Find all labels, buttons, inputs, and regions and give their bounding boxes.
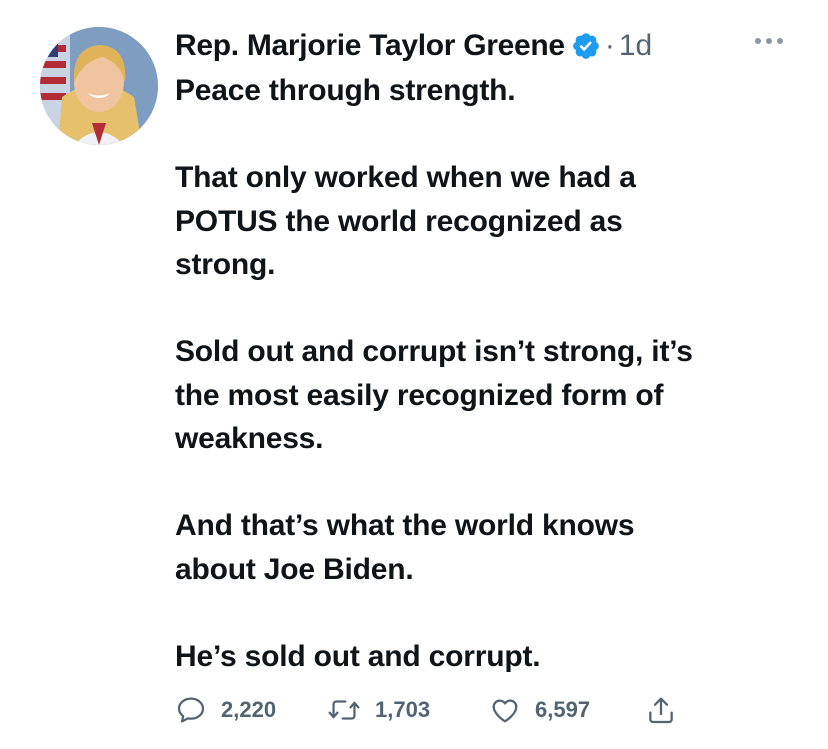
tweet-paragraph: And that’s what the world knows about Jo… [175,509,635,586]
tweet-paragraph: Peace through strength. [175,74,516,107]
author-name[interactable]: Rep. Marjorie Taylor Greene [175,29,565,63]
verified-badge-icon [571,31,601,61]
reply-button[interactable]: 2,220 [175,690,276,730]
retweet-count: 1,703 [375,697,431,722]
retweet-button[interactable]: 1,703 [327,690,430,730]
avatar[interactable] [40,27,158,145]
like-button[interactable]: 6,597 [489,690,590,730]
share-icon [645,694,677,726]
tweet-paragraph: That only worked when we had a POTUS the… [175,161,636,281]
avatar-image [40,27,158,145]
tweet-timestamp[interactable]: 1d [619,29,652,63]
reply-bubble-icon [175,694,207,726]
tweet-text: Peace through strength. That only worked… [175,69,795,678]
heart-icon [489,694,521,726]
tweet-actions: 2,220 1,703 6,597 [175,690,815,730]
more-horizontal-icon[interactable] [752,34,786,48]
tweet-header: Rep. Marjorie Taylor Greene · 1d [175,26,652,66]
share-button[interactable] [645,690,677,730]
tweet-paragraph: Sold out and corrupt isn’t strong, it’s … [175,335,693,455]
header-separator: · [604,29,615,62]
retweet-icon [327,694,361,726]
tweet: Rep. Marjorie Taylor Greene · 1d Peace t… [0,0,828,749]
like-count: 6,597 [535,697,591,722]
tweet-paragraph: He’s sold out and corrupt. [175,639,541,673]
reply-count: 2,220 [221,697,277,722]
